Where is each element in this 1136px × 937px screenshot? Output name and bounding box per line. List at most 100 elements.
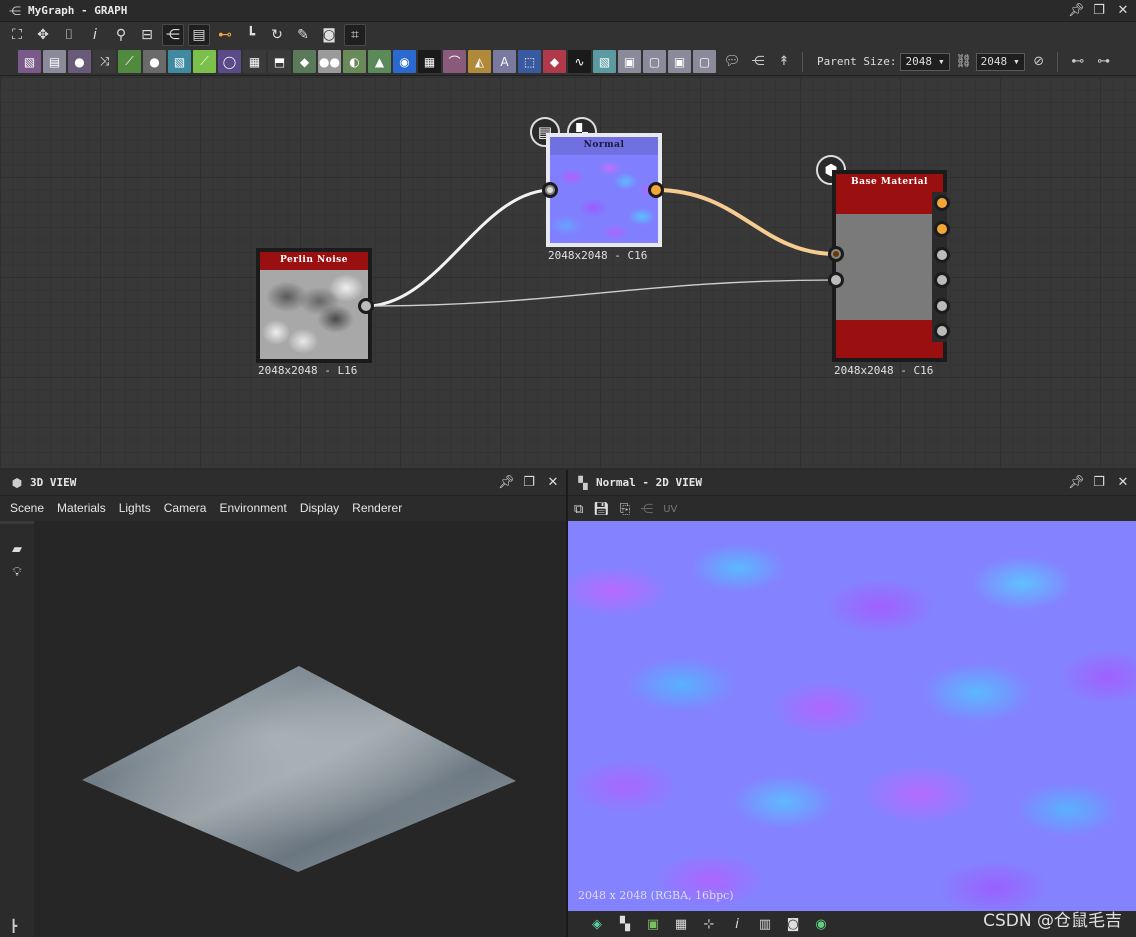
node-button-transform[interactable]: ⬒ [268,50,291,73]
menu-lights[interactable]: Lights [119,501,151,515]
input-port-normal[interactable] [828,272,844,288]
node-normal[interactable]: ▤ ▚ Normal 2048x2048 - C16 [530,117,670,267]
grid-icon[interactable]: ▦ [672,917,690,932]
node-button-normal[interactable]: ▧ [168,50,191,73]
maximize-icon[interactable]: ❐ [1092,475,1106,491]
node-button-graph-a[interactable]: ▣ [618,50,641,73]
frame-node-icon[interactable]: ⋲ [746,50,770,73]
wrench-icon[interactable]: ✎ [292,24,314,46]
crop-icon[interactable]: ⌗ [344,24,366,46]
node-button-bitmap[interactable]: ▧ [18,50,41,73]
frame-icon[interactable]: ⛶ [6,24,28,46]
tile-icon[interactable]: ⊹ [700,917,718,932]
output-port[interactable] [358,298,374,314]
node-button-graph-b[interactable]: ▢ [643,50,666,73]
input-port[interactable] [542,182,558,198]
export-icon[interactable]: ⧉ [574,502,583,517]
output-port[interactable] [648,182,664,198]
output-port-ao[interactable] [934,323,950,339]
output-port-roughness[interactable] [934,247,950,263]
maximize-icon[interactable]: ❐ [522,475,536,491]
node-button-fill[interactable]: ◆ [543,50,566,73]
node-button-text[interactable]: A [493,50,516,73]
info-icon[interactable]: i [84,24,106,46]
pin-icon[interactable]: 📌︎ [1068,3,1085,19]
wire-perlin-to-normal[interactable] [365,188,553,308]
node-button-warp[interactable]: ◆ [293,50,316,73]
view-2d-viewport[interactable] [568,521,1136,911]
node-button-blend[interactable]: ⤨ [93,50,116,73]
histogram-icon[interactable]: ▥ [756,917,774,932]
node-button-levels[interactable]: ● [143,50,166,73]
menu-scene[interactable]: Scene [10,501,44,515]
hierarchy-icon[interactable]: ┣ [10,919,17,933]
menu-display[interactable]: Display [300,501,339,515]
save-icon[interactable]: 💾︎ [593,502,610,517]
node-button-select[interactable]: ⬚ [518,50,541,73]
fit-icon[interactable]: ✥ [32,24,54,46]
graph-canvas[interactable]: Perlin Noise 2048x2048 - L16 ▤ ▚ Normal … [0,77,1136,468]
maximize-icon[interactable]: ❐ [1092,3,1106,19]
light-icon[interactable]: 💡︎ [6,565,28,580]
checker-icon[interactable]: ▚ [616,917,634,932]
uv-dropdown[interactable]: UV [663,504,677,515]
menu-environment[interactable]: Environment [219,501,286,515]
comment-icon[interactable]: 💬︎ [720,50,744,73]
node-perlin-noise[interactable]: Perlin Noise 2048x2048 - L16 [256,248,374,388]
node-button-mirror[interactable]: ◭ [468,50,491,73]
align-icon[interactable]: ⊟ [136,24,158,46]
library-icon[interactable]: ▤ [188,24,210,46]
pin-icon[interactable]: 📌︎ [1068,475,1085,491]
node-button-svg[interactable]: ▤ [43,50,66,73]
copy-icon[interactable]: ⎘ [620,502,630,517]
menu-camera[interactable]: Camera [164,501,207,515]
node-button-pixel[interactable]: ▦ [418,50,441,73]
node-button-shape[interactable]: ◯ [218,50,241,73]
input-port-basecolor[interactable] [828,246,844,262]
node-button-emboss[interactable]: ◐ [343,50,366,73]
menu-renderer[interactable]: Renderer [352,501,402,515]
close-icon[interactable]: ✕ [546,475,560,491]
node-button-curve[interactable]: ⟋ [118,50,141,73]
node-button-gradient[interactable]: ⟋ [193,50,216,73]
link-icon[interactable]: ⛓ [952,50,976,73]
parent-height-select[interactable]: 2048 ▾ [975,52,1025,71]
layers-icon[interactable]: ◈ [588,917,606,932]
node-button-fxmap[interactable]: ⌒ [443,50,466,73]
wire-icon[interactable]: ⊷ [214,24,236,46]
node-button-uniform-color[interactable]: ● [68,50,91,73]
refresh-icon[interactable]: ↻ [266,24,288,46]
step-icon[interactable]: ┗ [240,24,262,46]
node-button-graph-c[interactable]: ▣ [668,50,691,73]
pinhead-icon[interactable]: ↟ [772,50,796,73]
colorwheel-icon[interactable]: ◉ [812,917,830,932]
output-port-metallic[interactable] [934,272,950,288]
node-button-output[interactable]: ▧ [593,50,616,73]
wire-normal-to-basecolor[interactable] [655,188,837,256]
search-icon[interactable]: ⚲ [110,24,132,46]
view-3d-viewport[interactable] [34,521,566,937]
node-compact-icon[interactable]: ⊷ [1066,50,1090,73]
display-icon[interactable]: ◙ [784,917,802,932]
output-port-height[interactable] [934,298,950,314]
channels-icon[interactable]: ▣ [644,917,662,932]
tree-icon[interactable]: ⋲ [162,24,184,46]
node-button-hsl[interactable]: ◉ [393,50,416,73]
pin-icon[interactable]: 📌︎ [498,475,515,491]
output-port-normal[interactable] [934,221,950,237]
close-icon[interactable]: ✕ [1116,3,1130,19]
node-base-material[interactable]: ⬢ Base Material 2048x2048 - C16 [814,155,954,385]
menu-materials[interactable]: Materials [57,501,106,515]
reset-icon[interactable]: ⊘ [1027,50,1051,73]
node-button-input[interactable]: ●● [318,50,341,73]
share-icon[interactable]: ⋲ [640,502,653,517]
camera-icon[interactable]: ⌷ [58,24,80,46]
output-port-basecolor[interactable] [934,195,950,211]
camera-icon[interactable]: ▰ [6,542,28,557]
node-button-value[interactable]: ∿ [568,50,591,73]
display-icon[interactable]: ◙ [318,24,340,46]
node-button-tile[interactable]: ▦ [243,50,266,73]
parent-width-select[interactable]: 2048 ▾ [900,52,950,71]
node-button-histogram[interactable]: ▲ [368,50,391,73]
close-icon[interactable]: ✕ [1116,475,1130,491]
